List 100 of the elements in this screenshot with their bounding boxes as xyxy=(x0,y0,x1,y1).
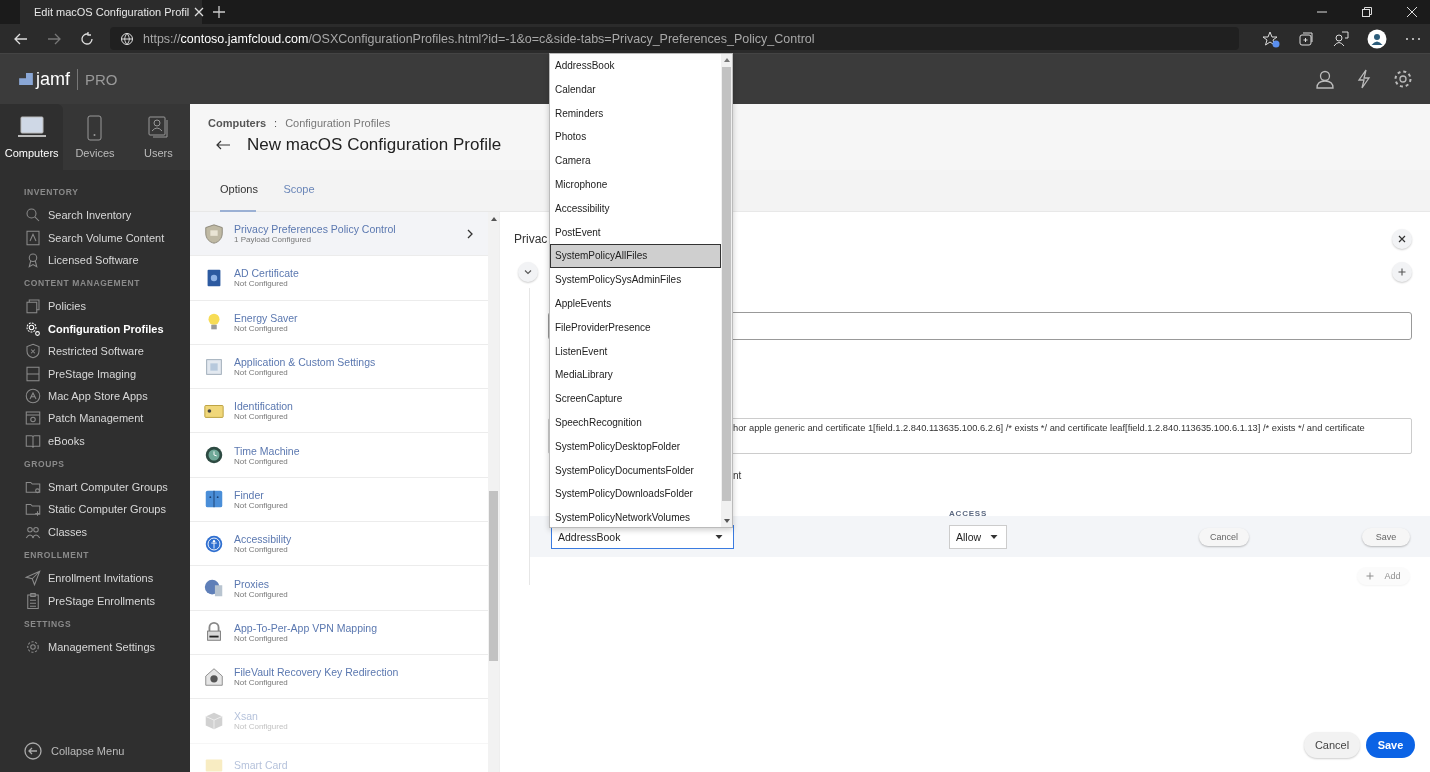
settings-icon[interactable] xyxy=(1393,69,1413,89)
nav-item[interactable]: Smart Computer Groups xyxy=(24,475,190,499)
plus-icon xyxy=(1366,572,1375,580)
section-heading: ENROLLMENT xyxy=(24,549,91,563)
house-icon xyxy=(203,665,225,688)
access-select[interactable]: Allow xyxy=(949,524,1007,549)
gears-icon xyxy=(24,319,42,338)
url-text: https://contoso.jamfcloud.com/OSXConfigurationProfiles.html?id=-1&o=c&side-tabs=Privacy_Preferences_Policy_Control xyxy=(143,31,815,46)
nav-item[interactable]: PreStage Imaging xyxy=(24,362,190,385)
dropdown-option[interactable]: Photos xyxy=(550,125,721,150)
payload-status: Not Configured xyxy=(234,323,289,333)
payload-name: Xsan xyxy=(234,710,259,723)
add-button[interactable] xyxy=(1392,262,1412,282)
dropdown-option[interactable]: SystemPolicyDocumentsFolder xyxy=(550,458,721,483)
nav-item[interactable]: Patch Management xyxy=(24,407,190,430)
category-tab[interactable]: Devices xyxy=(63,104,127,170)
payload-name: Proxies xyxy=(234,577,270,590)
dropdown-option[interactable]: MediaLibrary xyxy=(550,363,721,388)
nav-item[interactable]: Management Settings xyxy=(24,635,190,659)
payload-status: Not Configured xyxy=(234,456,289,466)
payload-status: Not Configured xyxy=(234,545,289,555)
paper-plane-icon xyxy=(24,569,42,588)
dropdown-option[interactable]: AddressBook xyxy=(550,54,721,78)
tab-title: Edit macOS Configuration Profil xyxy=(34,6,190,18)
collections-icon[interactable] xyxy=(1297,29,1315,48)
code-requirement-text: hor apple generic and certificate 1[field.1.2.840.113635.100.6.2.6] /* exists */ and certificate leaf[field.1.2.840.113635.100.6.1.13] /* exists */ and certificate xyxy=(733,423,1366,433)
nav-item[interactable]: Search Volume Content xyxy=(24,226,190,249)
category-tab[interactable]: Computers xyxy=(0,104,64,170)
scroll-up-icon[interactable] xyxy=(489,215,498,223)
dropdown-option[interactable]: Calendar xyxy=(550,77,721,102)
dropdown-option[interactable]: AppleEvents xyxy=(550,291,721,316)
nav-item[interactable]: Configuration Profiles xyxy=(24,317,190,340)
section-heading: INVENTORY xyxy=(24,186,80,199)
dropdown-option[interactable]: Camera xyxy=(550,149,721,173)
category-tab[interactable]: Users xyxy=(126,104,190,170)
shield-icon xyxy=(203,222,225,245)
nav-item[interactable]: eBooks xyxy=(24,429,190,452)
nav-item[interactable]: Static Computer Groups xyxy=(24,498,190,521)
dropdown-option[interactable]: FileProviderPresence xyxy=(550,315,721,340)
collapse-button[interactable] xyxy=(518,262,538,282)
close-icon[interactable] xyxy=(1406,6,1418,18)
nav-item[interactable]: Restricted Software xyxy=(24,339,190,363)
scrollbar[interactable] xyxy=(488,212,499,772)
browser-tab[interactable]: Edit macOS Configuration Profil xyxy=(20,0,202,24)
avatar-icon[interactable] xyxy=(1367,28,1387,49)
close-icon[interactable] xyxy=(193,6,206,18)
dropdown-option[interactable]: SystemPolicyAllFiles xyxy=(550,244,721,269)
payload-row[interactable]: Privacy Preferences Policy Control 1 Payload Configured xyxy=(190,212,488,257)
plus-icon[interactable] xyxy=(212,5,226,19)
payload-name: Accessibility xyxy=(234,533,293,546)
nav-item[interactable]: Policies xyxy=(24,295,190,318)
payload-name: FileVault Recovery Key Redirection xyxy=(234,666,400,679)
scrollbar-thumb[interactable] xyxy=(722,67,731,501)
breadcrumb-separator: : xyxy=(274,117,278,129)
nav-item[interactable]: Mac App Store Apps xyxy=(24,384,190,408)
payload-status: Not Configured xyxy=(234,633,288,643)
dropdown-option[interactable]: Microphone xyxy=(550,173,721,197)
address-field[interactable]: https://contoso.jamfcloud.com/OSXConfigurationProfiles.html?id=-1&o=c&side-tabs=Privacy_Preferences_Policy_Control xyxy=(110,27,1239,50)
dropdown-option[interactable]: ListenEvent xyxy=(550,339,721,364)
nav-item[interactable]: PreStage Enrollments xyxy=(24,589,190,612)
cancel-button[interactable]: Cancel xyxy=(1199,527,1249,546)
feedback-icon[interactable] xyxy=(1332,29,1350,48)
panel-heading: Privac xyxy=(514,232,548,246)
page-title: New macOS Configuration Profile xyxy=(247,135,502,155)
nav-item[interactable]: Licensed Software xyxy=(24,248,190,272)
nav-item[interactable]: Search Inventory xyxy=(24,204,190,227)
save-button[interactable]: Save xyxy=(1366,732,1415,758)
section-heading: GROUPS xyxy=(24,457,66,471)
payload-status: Not Configured xyxy=(234,279,289,289)
nav-item[interactable]: Enrollment Invitations xyxy=(24,567,190,590)
plus-icon xyxy=(1398,268,1406,276)
scroll-up-icon[interactable] xyxy=(722,56,731,64)
dropdown-option[interactable]: ScreenCapture xyxy=(550,387,721,411)
nav-item[interactable]: Classes xyxy=(24,520,190,544)
close-icon xyxy=(1398,235,1406,243)
star-info-icon[interactable] xyxy=(1262,29,1280,48)
scrollbar-thumb[interactable] xyxy=(489,491,498,661)
payload-name: App-To-Per-App VPN Mapping xyxy=(234,621,378,634)
dropdown-option[interactable]: Accessibility xyxy=(550,196,721,221)
save-button[interactable]: Save xyxy=(1362,527,1410,546)
refresh-icon[interactable] xyxy=(79,30,95,47)
clipboard-icon xyxy=(24,591,42,610)
chevron-down-icon xyxy=(524,268,532,276)
close-button[interactable] xyxy=(1392,229,1412,249)
cancel-button[interactable]: Cancel xyxy=(1304,732,1360,758)
dropdown-option[interactable]: SystemPolicySysAdminFiles xyxy=(550,268,721,292)
dropdown-option[interactable]: SystemPolicyDownloadsFolder xyxy=(550,482,721,507)
breadcrumb-current: Configuration Profiles xyxy=(285,117,391,129)
app-store-icon xyxy=(24,386,42,405)
payload-status: 1 Payload Configured xyxy=(234,235,312,245)
collapse-menu-button[interactable]: Collapse Menu xyxy=(24,742,190,760)
dropdown-option[interactable]: PostEvent xyxy=(550,220,721,245)
dropdown-option[interactable]: Reminders xyxy=(550,101,721,126)
scrollbar[interactable] xyxy=(721,54,732,527)
breadcrumb-link[interactable]: Computers xyxy=(208,117,267,129)
document-icon xyxy=(24,228,42,247)
user-icon[interactable] xyxy=(1315,69,1335,89)
restore-icon[interactable] xyxy=(1361,6,1373,18)
payload-name: Application & Custom Settings xyxy=(234,356,377,369)
section-heading: CONTENT MANAGEMENT xyxy=(24,277,142,291)
